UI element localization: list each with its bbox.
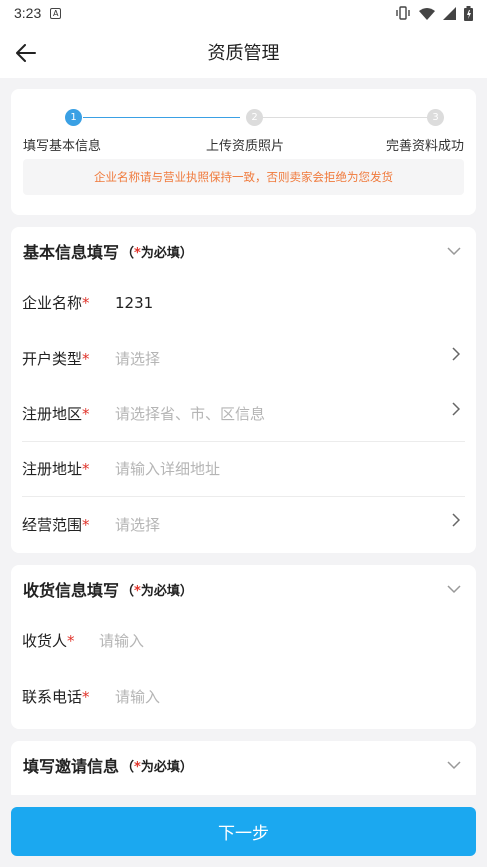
step-2-label: 上传资质照片 — [206, 139, 285, 154]
status-icons — [395, 5, 473, 21]
status-time: 3:23 — [14, 5, 42, 21]
business-scope-label: 经营范围* — [22, 516, 90, 535]
business-scope-select[interactable]: 请选择 — [115, 514, 160, 535]
chevron-down-icon[interactable] — [444, 241, 464, 261]
chevron-right-icon — [447, 400, 465, 418]
nav-bar: 资质管理 — [0, 26, 487, 78]
address-label: 注册地址* — [22, 460, 90, 479]
region-label: 注册地区* — [22, 404, 90, 423]
chevron-right-icon — [447, 511, 465, 529]
receiver-label: 收货人* — [22, 632, 75, 651]
steps-card: 1 2 3 填写基本信息 上传资质照片 完善资料成功 企业名称请与营业执照保持一… — [11, 89, 476, 215]
status-bar: 3:23 A — [0, 0, 487, 26]
phone-input[interactable]: 请输入 — [115, 686, 160, 707]
receiver-row[interactable]: 收货人* 请输入 — [22, 613, 465, 669]
company-name-row[interactable]: 企业名称* 1231 — [22, 275, 465, 331]
receiver-input[interactable]: 请输入 — [99, 630, 144, 651]
region-select[interactable]: 请选择省、市、区信息 — [115, 403, 265, 424]
required-note: （*为必填） — [121, 759, 193, 775]
shipping-info-header[interactable]: 收货信息填写 （*为必填） — [11, 565, 476, 613]
next-step-button[interactable]: 下一步 — [11, 807, 476, 856]
address-row[interactable]: 注册地址* 请输入详细地址 — [22, 442, 465, 497]
required-note: （*为必填） — [121, 245, 193, 261]
step-3-dot: 3 — [427, 109, 444, 126]
step-1-dot: 1 — [65, 109, 82, 126]
step-line-1 — [83, 117, 240, 118]
step-progress: 1 2 3 填写基本信息 上传资质照片 完善资料成功 — [23, 109, 464, 154]
business-scope-row[interactable]: 经营范围* 请选择 — [22, 497, 465, 553]
basic-info-section: 基本信息填写 （*为必填） 企业名称* 1231 开户类型* 请选择 注册地区*… — [11, 227, 476, 553]
region-row[interactable]: 注册地区* 请选择省、市、区信息 — [22, 386, 465, 442]
back-button[interactable] — [12, 39, 40, 67]
step-line-2 — [263, 117, 427, 118]
step-2-dot: 2 — [246, 109, 263, 126]
company-name-label: 企业名称* — [22, 294, 90, 313]
signal-icon — [443, 6, 456, 20]
invite-info-title: 填写邀请信息 — [23, 757, 120, 776]
basic-info-header[interactable]: 基本信息填写 （*为必填） — [11, 227, 476, 275]
notification-icon: A — [50, 7, 62, 19]
phone-label: 联系电话* — [22, 687, 90, 706]
required-note: （*为必填） — [121, 583, 193, 599]
vibrate-icon — [396, 6, 410, 20]
chevron-down-icon[interactable] — [444, 579, 464, 599]
step-1-label: 填写基本信息 — [23, 139, 102, 154]
chevron-down-icon[interactable] — [444, 755, 464, 775]
address-input[interactable]: 请输入详细地址 — [115, 458, 220, 479]
shipping-info-title: 收货信息填写 — [23, 581, 120, 600]
battery-icon — [464, 5, 473, 21]
account-type-select[interactable]: 请选择 — [115, 348, 160, 369]
invite-info-section: 填写邀请信息 （*为必填） — [11, 741, 476, 801]
chevron-right-icon — [447, 345, 465, 363]
account-type-row[interactable]: 开户类型* 请选择 — [22, 331, 465, 387]
invite-info-header[interactable]: 填写邀请信息 （*为必填） — [11, 741, 476, 789]
page-title: 资质管理 — [207, 43, 280, 64]
company-name-input[interactable]: 1231 — [115, 294, 153, 312]
arrow-left-icon — [16, 44, 36, 62]
phone-row[interactable]: 联系电话* 请输入 — [22, 669, 465, 725]
step-3-label: 完善资料成功 — [385, 139, 464, 154]
notice-banner: 企业名称请与营业执照保持一致，否则卖家会拒绝为您发货 — [23, 159, 464, 195]
shipping-info-section: 收货信息填写 （*为必填） 收货人* 请输入 联系电话* 请输入 — [11, 565, 476, 729]
basic-info-title: 基本信息填写 — [23, 243, 120, 262]
account-type-label: 开户类型* — [22, 349, 90, 368]
wifi-icon — [419, 7, 435, 20]
